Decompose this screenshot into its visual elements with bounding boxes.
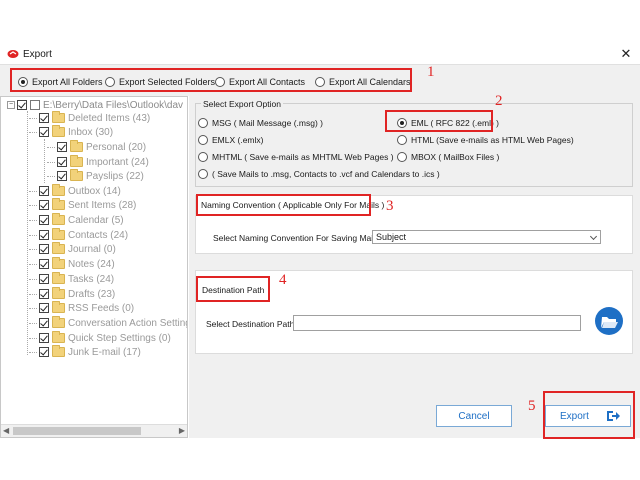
checkbox-checked-icon[interactable] xyxy=(39,186,49,196)
radio-msg-vcf-ics[interactable]: ( Save Mails to .msg, Contacts to .vcf a… xyxy=(198,169,440,179)
folder-icon xyxy=(52,287,65,299)
tree-item[interactable]: Tasks (24) xyxy=(29,272,114,286)
annotation-number-1: 1 xyxy=(427,64,435,80)
checkbox-checked-icon[interactable] xyxy=(57,171,67,181)
annotation-box-2 xyxy=(385,110,493,132)
folder-icon xyxy=(70,169,83,181)
pst-file-icon xyxy=(30,100,40,110)
collapse-icon[interactable]: − xyxy=(7,101,15,109)
app-logo-icon xyxy=(7,50,19,58)
folder-icon xyxy=(52,111,65,123)
folder-icon xyxy=(70,140,83,152)
tree-item[interactable]: Calendar (5) xyxy=(29,213,124,227)
naming-convention-select[interactable]: Subject xyxy=(372,230,601,244)
annotation-box-4 xyxy=(196,276,270,302)
naming-convention-label: Select Naming Convention For Saving Mail… xyxy=(213,233,380,243)
checkbox-checked-icon[interactable] xyxy=(39,230,49,240)
checkbox-checked-icon[interactable] xyxy=(17,100,27,110)
folder-icon xyxy=(52,331,65,343)
checkbox-checked-icon[interactable] xyxy=(39,244,49,254)
checkbox-checked-icon[interactable] xyxy=(39,215,49,225)
tree-item[interactable]: Outbox (14) xyxy=(29,184,121,198)
tree-item[interactable]: RSS Feeds (0) xyxy=(29,301,134,315)
folder-icon xyxy=(70,155,83,167)
annotation-number-2: 2 xyxy=(495,93,503,109)
checkbox-checked-icon[interactable] xyxy=(39,289,49,299)
radio-icon xyxy=(198,118,208,128)
folder-icon xyxy=(52,257,65,269)
folder-icon xyxy=(52,242,65,254)
annotation-box-3 xyxy=(196,194,371,216)
export-option-title: Select Export Option xyxy=(201,99,283,109)
annotation-number-3: 3 xyxy=(386,198,394,214)
tree-horizontal-scrollbar[interactable]: ◀ ▶ xyxy=(1,424,187,437)
tree-item[interactable]: Personal (20) xyxy=(47,140,146,154)
radio-icon xyxy=(397,135,407,145)
folder-open-icon[interactable] xyxy=(595,307,623,335)
scrollbar-thumb[interactable] xyxy=(13,427,141,435)
annotation-box-1 xyxy=(10,68,412,92)
tree-item[interactable]: Payslips (22) xyxy=(47,169,144,183)
annotation-box-5 xyxy=(543,391,635,439)
folder-icon xyxy=(52,213,65,225)
folder-icon xyxy=(52,301,65,313)
checkbox-checked-icon[interactable] xyxy=(39,333,49,343)
checkbox-checked-icon[interactable] xyxy=(39,113,49,123)
folder-icon xyxy=(52,198,65,210)
checkbox-checked-icon[interactable] xyxy=(39,259,49,269)
folder-tree-panel[interactable]: − E:\Berry\Data Files\Outlook\dav Delete… xyxy=(0,96,188,438)
radio-msg[interactable]: MSG ( Mail Message (.msg) ) xyxy=(198,118,323,128)
tree-item[interactable]: Drafts (23) xyxy=(29,287,115,301)
folder-icon xyxy=(52,345,65,357)
radio-icon xyxy=(198,152,208,162)
folder-icon xyxy=(52,228,65,240)
radio-mhtml[interactable]: MHTML ( Save e-mails as MHTML Web Pages … xyxy=(198,152,394,162)
tree-item[interactable]: Contacts (24) xyxy=(29,228,128,242)
radio-emlx[interactable]: EMLX (.emlx) xyxy=(198,135,263,145)
tree-item[interactable]: Sent Items (28) xyxy=(29,198,136,212)
destination-path-label: Select Destination Path xyxy=(206,319,295,329)
radio-icon xyxy=(198,135,208,145)
tree-item[interactable]: Important (24) xyxy=(47,155,149,169)
folder-icon xyxy=(52,272,65,284)
close-icon[interactable]: ✕ xyxy=(618,46,634,62)
folder-icon xyxy=(52,184,65,196)
checkbox-checked-icon[interactable] xyxy=(39,318,49,328)
export-settings-panel: Select Export Option MSG ( Mail Message … xyxy=(189,96,640,438)
checkbox-checked-icon[interactable] xyxy=(57,157,67,167)
radio-html[interactable]: HTML (Save e-mails as HTML Web Pages) xyxy=(397,135,574,145)
folder-icon xyxy=(52,316,65,328)
chevron-down-icon xyxy=(589,232,598,241)
tree-item[interactable]: Conversation Action Setting xyxy=(29,316,187,330)
title-bar: Export ✕ xyxy=(0,44,640,64)
checkbox-checked-icon[interactable] xyxy=(39,274,49,284)
tree-item[interactable]: Junk E-mail (17) xyxy=(29,345,141,359)
tree-item[interactable]: Quick Step Settings (0) xyxy=(29,331,171,345)
scroll-right-icon[interactable]: ▶ xyxy=(179,426,185,435)
radio-mbox[interactable]: MBOX ( MailBox Files ) xyxy=(397,152,499,162)
scroll-left-icon[interactable]: ◀ xyxy=(3,426,9,435)
tree-root[interactable]: − E:\Berry\Data Files\Outlook\dav xyxy=(7,98,183,112)
tree-item[interactable]: Inbox (30) xyxy=(29,125,113,139)
radio-icon xyxy=(198,169,208,179)
radio-icon xyxy=(397,152,407,162)
folder-icon xyxy=(52,125,65,137)
checkbox-checked-icon[interactable] xyxy=(39,127,49,137)
destination-path-input[interactable] xyxy=(293,315,581,331)
tree-item[interactable]: Deleted Items (43) xyxy=(29,111,150,125)
cancel-button[interactable]: Cancel xyxy=(436,405,512,427)
checkbox-checked-icon[interactable] xyxy=(39,200,49,210)
tree-item[interactable]: Journal (0) xyxy=(29,242,116,256)
tree-item[interactable]: Notes (24) xyxy=(29,257,115,271)
window-title: Export xyxy=(23,49,52,60)
checkbox-checked-icon[interactable] xyxy=(57,142,67,152)
annotation-number-4: 4 xyxy=(279,272,287,288)
checkbox-checked-icon[interactable] xyxy=(39,347,49,357)
checkbox-checked-icon[interactable] xyxy=(39,303,49,313)
annotation-number-5: 5 xyxy=(528,398,536,414)
